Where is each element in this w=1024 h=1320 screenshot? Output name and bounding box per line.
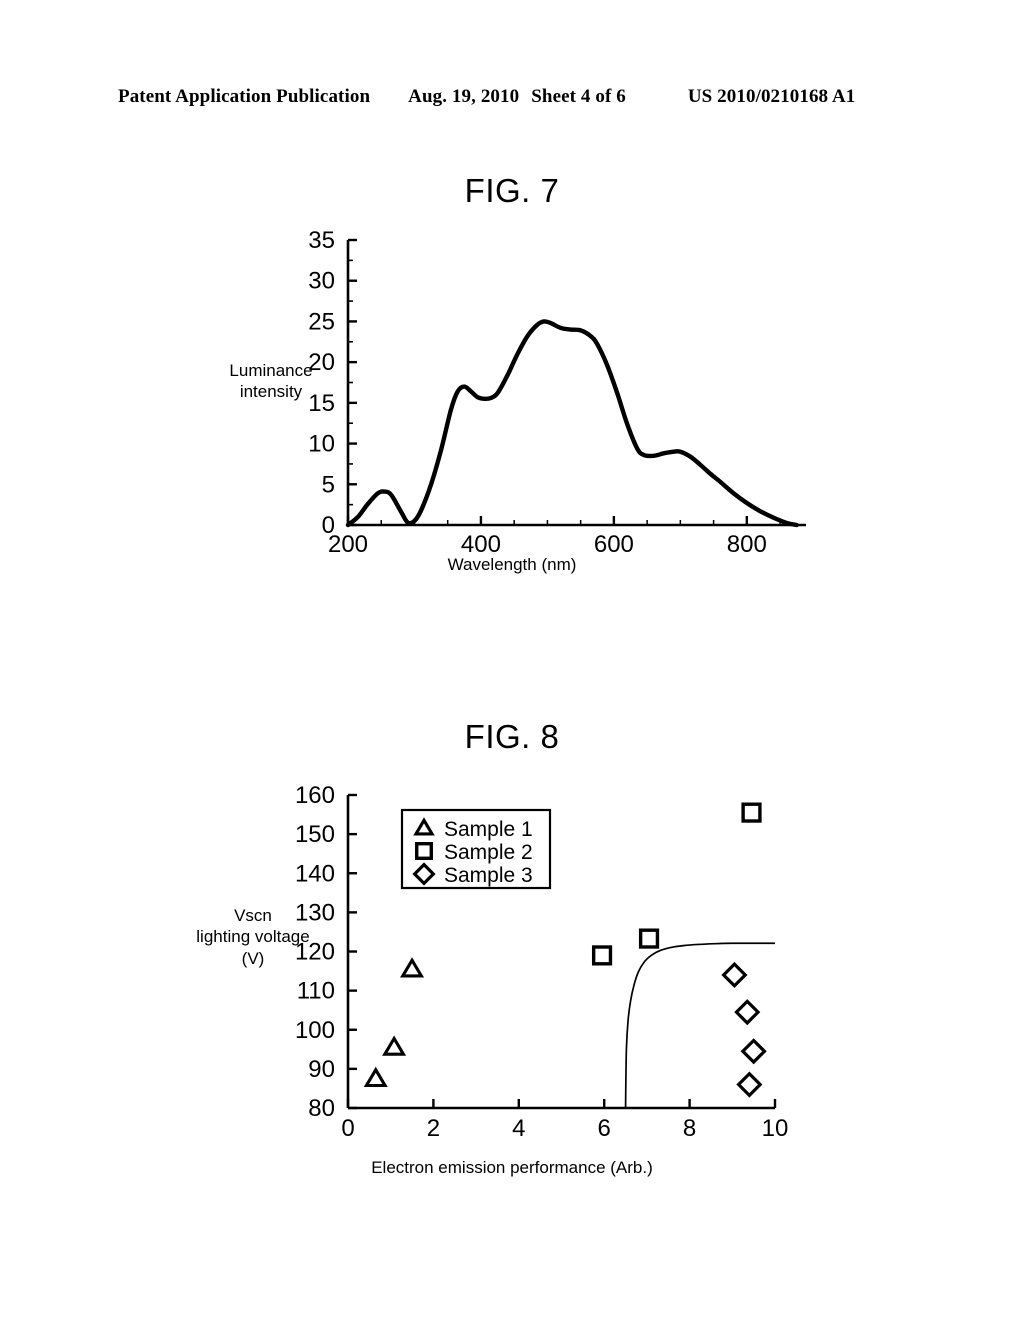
figure-8-x-tick-label: 8 bbox=[683, 1115, 696, 1142]
header-patent-number: US 2010/0210168 A1 bbox=[687, 86, 856, 107]
figure-8-x-tick-label: 10 bbox=[762, 1115, 789, 1142]
figure-8: FIG. 8 Vscn lighting voltage (V) 80 90 100… bbox=[0, 710, 1024, 1210]
figure-7-y-tick-label: 25 bbox=[308, 308, 335, 335]
figure-8-x-tick-label: 6 bbox=[598, 1115, 611, 1142]
figure-8-y-tick-label: 80 bbox=[308, 1095, 335, 1122]
figure-8-y-tick-label: 160 bbox=[295, 782, 335, 809]
figure-7-x-tick-label: 600 bbox=[594, 531, 634, 558]
data-point-sample-2 bbox=[638, 928, 660, 949]
data-point-sample-3 bbox=[736, 1071, 763, 1098]
data-point-sample-3 bbox=[734, 999, 761, 1026]
figure-7-y-tick-label: 15 bbox=[308, 390, 335, 417]
figure-8-y-tick-label: 100 bbox=[295, 1017, 335, 1044]
figure-8-y-tick-label: 130 bbox=[295, 899, 335, 926]
figure-7-y-tick-label: 35 bbox=[308, 227, 335, 254]
figure-8-y-tick-label: 120 bbox=[295, 939, 335, 966]
header-date: Aug. 19, 2010 bbox=[408, 86, 520, 107]
legend-label-sample-1: Sample 1 bbox=[444, 818, 533, 841]
page-header: Patent Application Publication Aug. 19, … bbox=[118, 86, 908, 108]
data-point-sample-2 bbox=[591, 945, 613, 966]
figure-7-x-tick-label: 800 bbox=[727, 531, 767, 558]
figure-8-plot: 80 90 100 110 120 130 140 150 160 0 2 4 6 8 10 Sample 1… bbox=[295, 782, 789, 1142]
figure-7-x-axis-label: Wavelength (nm) bbox=[447, 555, 577, 574]
data-point-sample-2 bbox=[741, 802, 762, 823]
figure-8-y-tick-label: 150 bbox=[295, 821, 335, 848]
figure-7: FIG. 7 Luminance intensity 0 5 10 15 20 25 30 3… bbox=[0, 160, 1024, 600]
figure-8-x-tick-label: 2 bbox=[427, 1115, 440, 1142]
data-point-sample-3 bbox=[721, 961, 748, 989]
figure-8-y-tick-label: 90 bbox=[308, 1056, 335, 1083]
legend-label-sample-3: Sample 3 bbox=[444, 864, 533, 887]
figure-7-plot: 05101520253035200 400 600 800 bbox=[308, 227, 806, 558]
legend-label-sample-2: Sample 2 bbox=[444, 841, 533, 864]
header-publication: Patent Application Publication bbox=[118, 86, 371, 107]
figure-8-x-axis-label: Electron emission performance (Arb.) bbox=[371, 1158, 653, 1177]
data-point-sample-1 bbox=[400, 957, 425, 978]
figure-7-x-tick-label: 200 bbox=[328, 531, 368, 558]
header-sheet: Sheet 4 of 6 bbox=[531, 86, 626, 107]
figure-7-y-tick-label: 30 bbox=[308, 268, 335, 295]
figure-8-boundary-curve bbox=[624, 942, 775, 1109]
data-point-sample-1 bbox=[363, 1066, 388, 1088]
figure-8-x-tick-label: 4 bbox=[512, 1115, 525, 1142]
figure-7-y-tick-label: 20 bbox=[308, 349, 335, 376]
figure-8-y-tick-label: 110 bbox=[297, 978, 335, 1005]
figure-7-spectrum-curve bbox=[345, 319, 799, 528]
data-point-sample-1 bbox=[382, 1035, 407, 1056]
data-point-sample-3 bbox=[740, 1038, 767, 1065]
figure-7-y-tick-label: 5 bbox=[322, 471, 335, 498]
figure-7-y-tick-label: 10 bbox=[308, 431, 335, 458]
figure-8-x-tick-label: 0 bbox=[341, 1115, 354, 1142]
figure-8-y-tick-label: 140 bbox=[295, 860, 335, 887]
figure-7-x-tick-label: 400 bbox=[461, 531, 501, 558]
